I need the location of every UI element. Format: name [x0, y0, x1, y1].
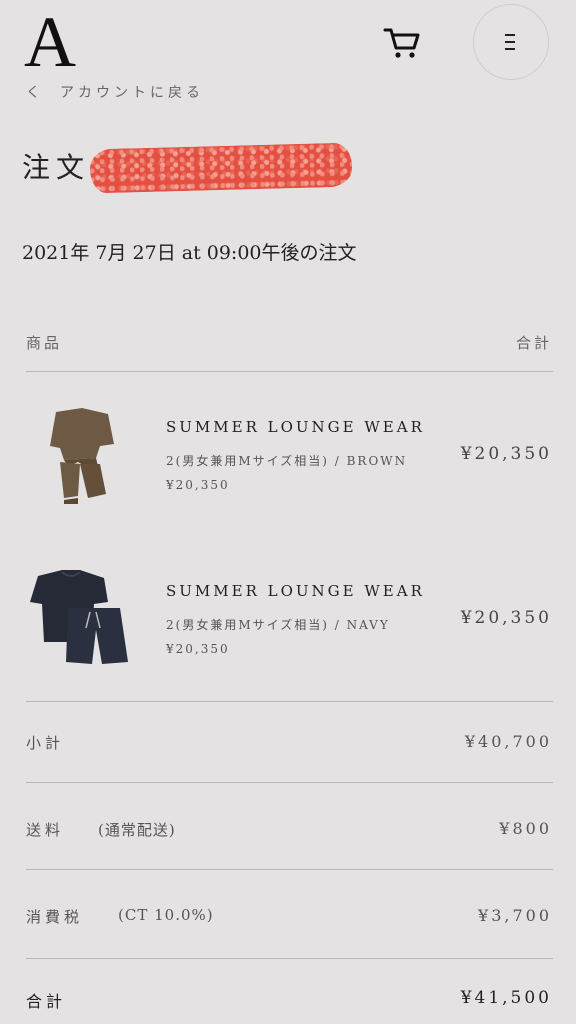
product-variant: 2(男女兼用Mサイズ相当) / BROWN: [166, 454, 408, 468]
product-unit-price: ¥20,350: [166, 478, 230, 492]
tax-rate: (CT 10.0%): [118, 906, 214, 924]
divider: [26, 701, 553, 702]
menu-button[interactable]: [473, 4, 549, 80]
shipping-method: (通常配送): [98, 821, 176, 839]
product-name[interactable]: SUMMER LOUNGE WEAR: [166, 582, 425, 600]
tax-label: 消費税: [26, 908, 84, 926]
chevron-left-icon: く: [26, 85, 44, 101]
brand-logo[interactable]: A: [24, 6, 76, 78]
divider: [26, 782, 553, 783]
back-to-account-link[interactable]: く アカウントに戻る: [26, 82, 204, 102]
subtotal-value: ¥40,700: [464, 732, 552, 751]
redacted-order-number: [89, 142, 353, 194]
line-total: ¥20,350: [460, 444, 552, 464]
menu-icon: [505, 34, 515, 50]
product-variant: 2(男女兼用Mサイズ相当) / NAVY: [166, 618, 390, 632]
line-total: ¥20,350: [460, 608, 552, 628]
cart-icon: [383, 28, 420, 58]
line-item: SUMMER LOUNGE WEAR 2(男女兼用Mサイズ相当) / NAVY …: [0, 568, 576, 708]
divider: [26, 869, 553, 870]
product-image[interactable]: [24, 404, 134, 514]
divider: [26, 371, 553, 372]
column-header-product: 商品: [26, 334, 63, 352]
page-title: 注文: [22, 151, 91, 184]
shipping-value: ¥800: [499, 819, 552, 838]
shipping-label: 送料: [26, 821, 65, 839]
tax-value: ¥3,700: [478, 906, 552, 925]
back-link-label: アカウントに戻る: [60, 85, 204, 101]
product-unit-price: ¥20,350: [166, 642, 230, 656]
order-date: 2021年 7月 27日 at 09:00午後の注文: [22, 242, 357, 264]
divider: [26, 958, 553, 959]
product-name[interactable]: SUMMER LOUNGE WEAR: [166, 418, 425, 436]
total-label: 合計: [26, 992, 67, 1011]
line-item: SUMMER LOUNGE WEAR 2(男女兼用Mサイズ相当) / BROWN…: [0, 404, 576, 544]
total-value: ¥41,500: [460, 988, 552, 1008]
cart-button[interactable]: [380, 20, 424, 64]
order-detail-page: A く アカウントに戻る 注文 2021年 7月 27日 at 09:00午後の…: [0, 0, 576, 1024]
product-image[interactable]: [24, 568, 134, 678]
subtotal-label: 小計: [26, 734, 65, 752]
column-header-total: 合計: [515, 334, 552, 352]
